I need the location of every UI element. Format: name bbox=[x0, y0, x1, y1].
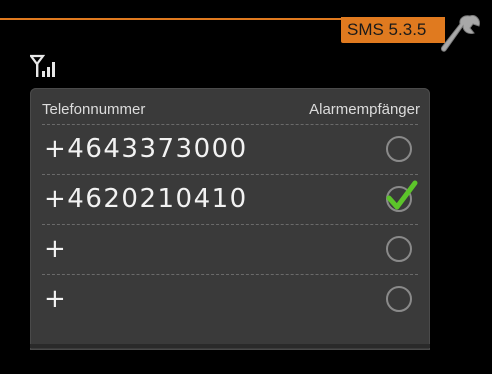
signal-antenna-icon bbox=[30, 54, 55, 77]
phone-number-list: Telefonnummer Alarmempfänger +4643373000… bbox=[30, 88, 430, 350]
column-header-alarm: Alarmempfänger bbox=[309, 101, 420, 118]
checkmark-icon bbox=[386, 180, 418, 210]
row-divider bbox=[42, 224, 418, 225]
alarm-receiver-radio[interactable] bbox=[386, 286, 412, 312]
column-header-phone: Telefonnummer bbox=[42, 101, 146, 118]
phone-number-field[interactable]: + bbox=[44, 284, 67, 314]
wrench-icon[interactable] bbox=[440, 10, 482, 58]
alarm-receiver-radio[interactable] bbox=[386, 236, 412, 262]
phone-number-field[interactable]: +4643373000 bbox=[44, 134, 248, 164]
row-divider bbox=[42, 274, 418, 275]
alarm-receiver-radio[interactable] bbox=[386, 136, 412, 162]
menu-number-tag: SMS 5.3.5 bbox=[341, 17, 445, 43]
list-item[interactable]: +4620210410 bbox=[30, 174, 430, 224]
list-item[interactable]: + bbox=[30, 224, 430, 274]
list-item[interactable]: + bbox=[30, 274, 430, 324]
phone-number-field[interactable]: + bbox=[44, 234, 67, 264]
phone-number-field[interactable]: +4620210410 bbox=[44, 184, 248, 214]
menu-accent-line bbox=[0, 18, 345, 20]
row-divider bbox=[42, 124, 418, 125]
list-header: Telefonnummer Alarmempfänger bbox=[30, 88, 430, 124]
list-item[interactable]: +4643373000 bbox=[30, 124, 430, 174]
row-divider bbox=[42, 174, 418, 175]
panel-bottom-edge bbox=[30, 344, 430, 348]
